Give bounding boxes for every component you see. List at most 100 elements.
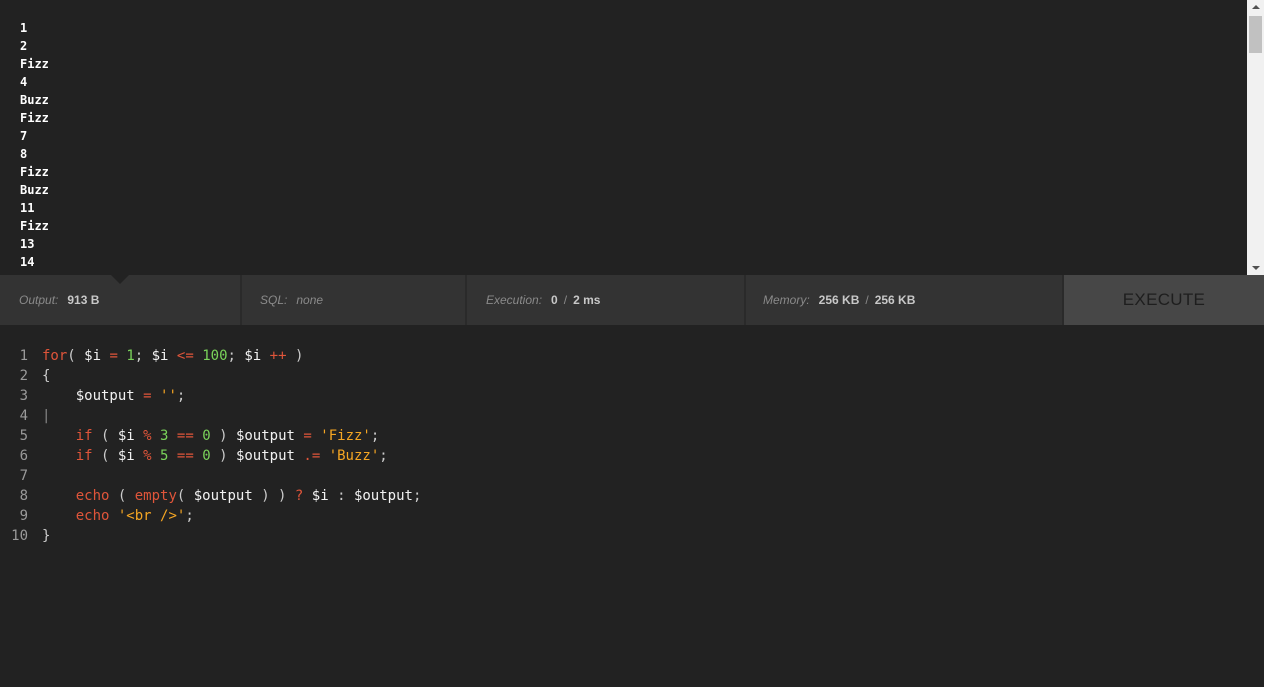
output-line: Fizz <box>20 111 49 125</box>
code-token: $i <box>151 348 169 364</box>
output-line: Fizz <box>20 165 49 179</box>
code-token: ++ <box>269 348 287 364</box>
code-token: ; <box>412 488 422 504</box>
execution-separator: / <box>563 293 568 307</box>
code-token: = <box>303 428 312 444</box>
scroll-thumb[interactable] <box>1249 16 1262 53</box>
output-line: 13 <box>20 237 35 251</box>
memory-label: Memory: <box>763 293 810 307</box>
code-token: echo <box>75 508 110 524</box>
code-token: 0 <box>202 448 211 464</box>
line-number: 9 <box>19 508 28 524</box>
code-token: '' <box>160 388 177 404</box>
code-line[interactable]: 1 for( $i = 1; $i <= 100; $i ++ ) <box>0 346 304 366</box>
code-line[interactable]: 3 $output = ''; <box>0 386 186 406</box>
output-pane: 1 2 Fizz 4 Buzz Fizz 7 8 Fizz Buzz 11 Fizz 13 14 <box>0 0 1264 275</box>
execution-stat: Execution: 0 / 2 ms <box>467 275 746 325</box>
code-token: ; <box>227 348 245 364</box>
code-token: for <box>42 348 68 364</box>
code-editor[interactable]: 1 for( $i = 1; $i <= 100; $i ++ ) 2{3 $out… <box>0 325 1264 687</box>
code-token: $output <box>75 388 135 404</box>
output-line: 1 <box>20 21 28 35</box>
code-token: 1 <box>126 348 135 364</box>
code-token: if <box>75 448 93 464</box>
code-line[interactable]: 8 echo ( empty( $output ) ) ? $i : $outp… <box>0 486 422 506</box>
execution-value-2: 2 ms <box>573 293 601 307</box>
code-token: ; <box>379 448 388 464</box>
code-token: % <box>143 428 152 444</box>
code-token: .= <box>303 448 321 464</box>
output-line: Fizz <box>20 57 49 71</box>
code-token: = <box>109 348 118 364</box>
output-line: 4 <box>20 75 28 89</box>
code-token: ; <box>176 388 186 404</box>
line-number: 2 <box>19 368 28 384</box>
sql-stat: SQL: none <box>242 275 467 325</box>
scroll-down-arrow-icon[interactable] <box>1247 261 1264 275</box>
code-line[interactable]: 5 if ( $i % 3 == 0 ) $output = 'Fizz'; <box>0 426 380 446</box>
code-token: 'Fizz' <box>320 428 371 444</box>
code-token: '<br />' <box>117 508 186 524</box>
line-number: 10 <box>11 528 28 544</box>
code-token: 0 <box>202 428 211 444</box>
line-number: 6 <box>19 448 28 464</box>
code-token: $output <box>353 488 413 504</box>
output-line: Fizz <box>20 219 49 233</box>
code-line[interactable]: 10} <box>0 526 50 546</box>
code-token: ( <box>92 448 118 464</box>
code-token: ; <box>134 348 152 364</box>
code-token: } <box>42 528 51 544</box>
code-token: ( <box>176 488 194 504</box>
execute-button[interactable]: EXECUTE <box>1064 275 1264 325</box>
output-scrollbar[interactable] <box>1247 0 1264 275</box>
code-token: $i <box>117 428 135 444</box>
output-text: 1 2 Fizz 4 Buzz Fizz 7 8 Fizz Buzz 11 Fizz 13 14 <box>20 19 49 271</box>
output-line: 7 <box>20 129 28 143</box>
output-line: 8 <box>20 147 28 161</box>
code-token: ; <box>370 428 380 444</box>
code-token: <= <box>176 348 194 364</box>
code-token: $i <box>244 348 262 364</box>
execution-label: Execution: <box>486 293 543 307</box>
code-token: == <box>176 428 194 444</box>
code-token: echo <box>75 488 110 504</box>
code-token: ; <box>185 508 194 524</box>
memory-value-2: 256 KB <box>874 293 916 307</box>
memory-separator: / <box>865 293 869 307</box>
code-token: $i <box>117 448 135 464</box>
status-bar: Output: 913 B SQL: none Execution: 0 / 2… <box>0 275 1264 325</box>
output-line: 14 <box>20 255 35 269</box>
code-line[interactable]: 7 <box>0 466 42 486</box>
code-line[interactable]: 4 | <box>0 406 51 426</box>
line-number: 3 <box>19 388 28 404</box>
code-token: $i <box>84 348 102 364</box>
code-line[interactable]: 6 if ( $i % 5 == 0 ) $output .= 'Buzz'; <box>0 446 388 466</box>
code-token: ) <box>210 448 236 464</box>
code-token: 'Buzz' <box>328 448 380 464</box>
output-line: Buzz <box>20 183 49 197</box>
output-line: 2 <box>20 39 28 53</box>
sql-label: SQL: <box>260 293 288 307</box>
scroll-up-arrow-icon[interactable] <box>1247 0 1264 14</box>
text-cursor: | <box>42 408 51 424</box>
code-token: 100 <box>202 348 228 364</box>
sql-value: none <box>296 293 324 307</box>
code-line[interactable]: 9 echo '<br />'; <box>0 506 194 526</box>
code-token: ( <box>67 348 85 364</box>
code-token: ) <box>210 428 236 444</box>
output-pointer-caret <box>111 275 129 284</box>
code-token: = <box>143 388 152 404</box>
code-line[interactable]: 2{ <box>0 366 51 386</box>
